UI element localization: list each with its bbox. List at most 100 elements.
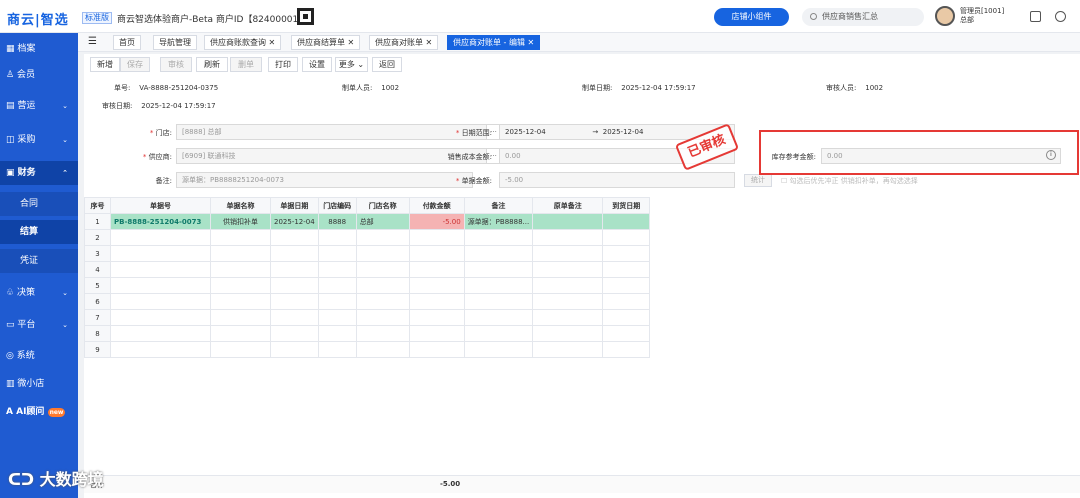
fullscreen-icon[interactable] [1030, 11, 1041, 22]
table-cell[interactable] [317, 277, 357, 294]
settings-button[interactable]: 设置 [302, 57, 332, 72]
col-header[interactable]: 门店编码 [317, 197, 357, 214]
table-cell[interactable] [270, 325, 319, 342]
table-cell[interactable] [355, 325, 410, 342]
refresh-button[interactable]: 刷新 [196, 57, 228, 72]
save-button[interactable]: 保存 [120, 57, 150, 72]
table-cell[interactable] [463, 245, 534, 262]
sidebar-item-contract[interactable]: 合同 [0, 192, 78, 216]
col-header[interactable]: 单据日期 [270, 197, 319, 214]
col-header[interactable]: 备注 [463, 197, 534, 214]
table-cell[interactable] [317, 293, 357, 310]
table-cell[interactable] [602, 309, 651, 326]
table-cell[interactable] [210, 309, 271, 326]
tab-navigation[interactable]: 导航管理 [153, 35, 197, 50]
table-cell[interactable] [210, 293, 271, 310]
table-row[interactable]: 7 [84, 309, 651, 326]
table-cell[interactable] [110, 293, 211, 310]
table-cell[interactable] [602, 261, 651, 278]
col-header[interactable]: 原单备注 [532, 197, 604, 214]
table-cell[interactable] [210, 277, 271, 294]
table-cell[interactable] [110, 341, 211, 358]
table-cell[interactable] [532, 325, 604, 342]
table-cell[interactable] [317, 261, 357, 278]
table-cell[interactable] [355, 341, 410, 358]
table-cell[interactable] [270, 309, 319, 326]
table-row[interactable]: 5 [84, 277, 651, 294]
table-cell[interactable] [210, 229, 271, 246]
table-cell[interactable] [463, 309, 534, 326]
table-cell[interactable] [210, 341, 271, 358]
table-cell[interactable] [270, 277, 319, 294]
table-row[interactable]: 2 [84, 229, 651, 246]
col-header[interactable]: 单据名称 [210, 197, 271, 214]
table-cell[interactable] [532, 309, 604, 326]
table-cell[interactable] [270, 341, 319, 358]
table-cell[interactable] [532, 229, 604, 246]
print-button[interactable]: 打印 [268, 57, 298, 72]
stat-button[interactable]: 统计 [744, 174, 772, 187]
table-cell[interactable] [463, 229, 534, 246]
table-cell[interactable] [408, 341, 465, 358]
sidebar-item-system[interactable]: ◎ 系统 [0, 344, 78, 368]
collapse-menu-icon[interactable]: ☰ [83, 35, 101, 50]
table-cell[interactable] [355, 277, 410, 294]
sidebar-item-archive[interactable]: ▦ 档案 [0, 37, 78, 61]
table-cell[interactable] [463, 293, 534, 310]
table-cell[interactable] [602, 245, 651, 262]
table-cell[interactable] [463, 261, 534, 278]
tab-supplier-account[interactable]: 供应商账款查询 ✕ [204, 35, 282, 50]
table-cell[interactable] [110, 277, 211, 294]
note-field[interactable]: 源单据：PB8888251204-0073 [176, 172, 473, 188]
search-input[interactable]: 供应商销售汇总 [802, 8, 924, 26]
table-cell[interactable] [110, 325, 211, 342]
table-cell[interactable] [210, 325, 271, 342]
table-cell[interactable] [110, 229, 211, 246]
col-header[interactable]: 付款金额 [408, 197, 465, 214]
table-cell[interactable] [463, 325, 534, 342]
table-cell[interactable] [355, 309, 410, 326]
table-cell[interactable] [317, 341, 357, 358]
doc-number-cell[interactable]: PB-8888-251204-0073 [110, 213, 211, 230]
more-button[interactable]: 更多 ⌄ [335, 57, 368, 72]
sidebar-item-platform[interactable]: ▭ 平台 ⌄ [0, 313, 78, 337]
power-icon[interactable] [1055, 11, 1066, 22]
table-cell[interactable] [110, 309, 211, 326]
table-cell[interactable] [532, 261, 604, 278]
sidebar-item-ai-advisor[interactable]: A AI顾问 new [0, 400, 78, 424]
table-cell[interactable] [317, 245, 357, 262]
table-cell[interactable] [532, 277, 604, 294]
user-menu[interactable]: 管理员[1001] 总部 [960, 7, 1004, 25]
table-cell[interactable] [355, 293, 410, 310]
tab-home[interactable]: 首页 [113, 35, 141, 50]
col-header[interactable]: 到货日期 [602, 197, 651, 214]
sidebar-item-operation[interactable]: ▤ 营运 ⌄ [0, 94, 78, 118]
table-cell[interactable] [602, 277, 651, 294]
back-button[interactable]: 返回 [372, 57, 402, 72]
col-header[interactable]: 序号 [84, 197, 111, 214]
col-header[interactable]: 门店名称 [355, 197, 410, 214]
table-cell[interactable] [110, 245, 211, 262]
table-cell[interactable] [408, 229, 465, 246]
qr-code-icon[interactable] [297, 8, 314, 25]
table-cell[interactable] [408, 325, 465, 342]
table-cell[interactable] [270, 261, 319, 278]
table-cell[interactable] [270, 293, 319, 310]
tab-supplier-statement-edit[interactable]: 供应商对账单 - 编辑 ✕ [447, 35, 541, 50]
table-cell[interactable] [355, 245, 410, 262]
table-row[interactable]: 9 [84, 341, 651, 358]
sidebar-item-member[interactable]: ♙ 会员 [0, 63, 78, 87]
table-cell[interactable] [602, 229, 651, 246]
table-cell[interactable] [408, 261, 465, 278]
table-cell[interactable] [355, 261, 410, 278]
table-cell[interactable] [317, 309, 357, 326]
table-cell[interactable] [270, 229, 319, 246]
table-cell[interactable] [317, 325, 357, 342]
table-cell[interactable] [408, 309, 465, 326]
table-row[interactable]: 8 [84, 325, 651, 342]
sidebar-item-decision[interactable]: ♧ 决策 ⌄ [0, 281, 78, 305]
sidebar-item-purchase[interactable]: ◫ 采购 ⌄ [0, 128, 78, 152]
tab-supplier-settlement[interactable]: 供应商结算单 ✕ [291, 35, 361, 50]
table-cell[interactable] [408, 277, 465, 294]
table-cell[interactable] [317, 229, 357, 246]
